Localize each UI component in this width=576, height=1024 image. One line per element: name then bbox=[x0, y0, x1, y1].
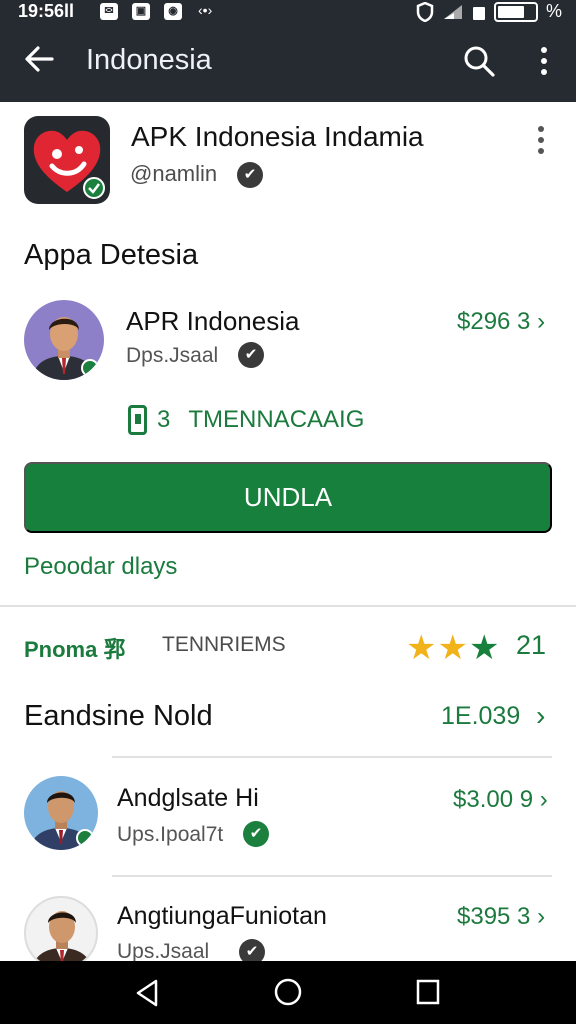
badge-text: TMENNACAAIG bbox=[188, 406, 365, 433]
person-icon bbox=[32, 317, 99, 380]
developer-price[interactable]: $296 3 › bbox=[457, 308, 545, 336]
shield-icon bbox=[416, 1, 434, 22]
star-icon: ★ bbox=[406, 629, 438, 667]
list-item-subtitle: Ups.Ipoal7t bbox=[117, 823, 224, 846]
status-bar: 19:56ll ✉ ▣ ◉ ‹•› % bbox=[0, 0, 576, 24]
back-arrow-icon[interactable] bbox=[22, 42, 56, 76]
status-right: % bbox=[416, 1, 562, 22]
sim-icon bbox=[472, 6, 485, 20]
list-item-avatar[interactable] bbox=[24, 896, 98, 970]
star-icon: ★ bbox=[437, 629, 469, 667]
rating-value: 21 bbox=[516, 630, 547, 660]
nav-back-icon[interactable] bbox=[132, 978, 162, 1008]
overflow-menu-icon[interactable] bbox=[534, 44, 554, 78]
list-count[interactable]: 1E.039 bbox=[441, 702, 520, 731]
badge-row: 3 TMENNACAAIG bbox=[128, 404, 364, 436]
heart-smile-icon bbox=[33, 130, 105, 199]
developer-name[interactable]: APR Indonesia bbox=[126, 306, 299, 337]
app-logo[interactable] bbox=[24, 116, 110, 204]
app-handle: @namlin bbox=[130, 161, 218, 186]
details-link[interactable]: Peoodar dlays bbox=[24, 553, 177, 581]
verified-icon: ✔ bbox=[243, 821, 269, 847]
screen: 19:56ll ✉ ▣ ◉ ‹•› % Indonesia APK Indone… bbox=[0, 0, 576, 1024]
app-menu-icon[interactable] bbox=[532, 124, 550, 158]
notification-icon: ◉ bbox=[164, 3, 182, 20]
app-bar-title: Indonesia bbox=[86, 44, 212, 76]
divider bbox=[0, 605, 576, 607]
developer-subtitle: Dps.Jsaal bbox=[126, 344, 219, 367]
list-item-avatar[interactable] bbox=[24, 776, 98, 850]
battery-percent: % bbox=[545, 1, 562, 21]
list-item-price[interactable]: $395 3 › bbox=[457, 903, 545, 931]
list-item-name[interactable]: Andglsate Hi bbox=[117, 784, 259, 813]
divider bbox=[112, 756, 552, 758]
notification-icon: ✉ bbox=[100, 3, 118, 20]
battery-badge-icon bbox=[128, 405, 147, 435]
search-icon[interactable] bbox=[462, 44, 496, 78]
battery-icon bbox=[493, 1, 538, 22]
rating-row[interactable]: Pnoma 郛 TENNRIEMS ★★★ 21 bbox=[24, 629, 552, 667]
rating-category: TENNRIEMS bbox=[162, 633, 286, 656]
developer-avatar[interactable] bbox=[24, 300, 104, 380]
verified-icon: ✔ bbox=[237, 162, 263, 188]
app-bar: 19:56ll ✉ ▣ ◉ ‹•› % Indonesia bbox=[0, 0, 576, 102]
system-nav-bar bbox=[0, 961, 576, 1024]
rating-stars: ★★★ bbox=[406, 628, 500, 668]
list-item-name[interactable]: AngtiungaFuniotan bbox=[117, 902, 327, 931]
nav-home-icon[interactable] bbox=[273, 977, 303, 1007]
person-icon bbox=[32, 911, 92, 968]
list-item-price[interactable]: $3.00 9 › bbox=[453, 786, 548, 814]
star-icon: ★ bbox=[468, 629, 501, 667]
rating-label: Pnoma 郛 bbox=[24, 637, 126, 662]
badge-count: 3 bbox=[157, 406, 171, 433]
person-icon bbox=[30, 791, 94, 850]
divider bbox=[112, 875, 552, 877]
chevron-right-icon[interactable]: › bbox=[536, 700, 545, 732]
list-heading: Eandsine Nold bbox=[24, 700, 213, 732]
status-time: 19:56ll bbox=[18, 1, 75, 21]
signal-icon bbox=[443, 4, 462, 19]
app-title: APK Indonesia Indamia bbox=[131, 121, 424, 152]
section-heading: Appa Detesia bbox=[24, 239, 199, 271]
cast-icon: ‹•› bbox=[198, 2, 213, 18]
verified-icon: ✔ bbox=[238, 342, 264, 368]
notification-icon: ▣ bbox=[132, 3, 150, 20]
install-button[interactable]: UNDLA bbox=[24, 462, 552, 533]
nav-recents-icon[interactable] bbox=[415, 978, 441, 1006]
